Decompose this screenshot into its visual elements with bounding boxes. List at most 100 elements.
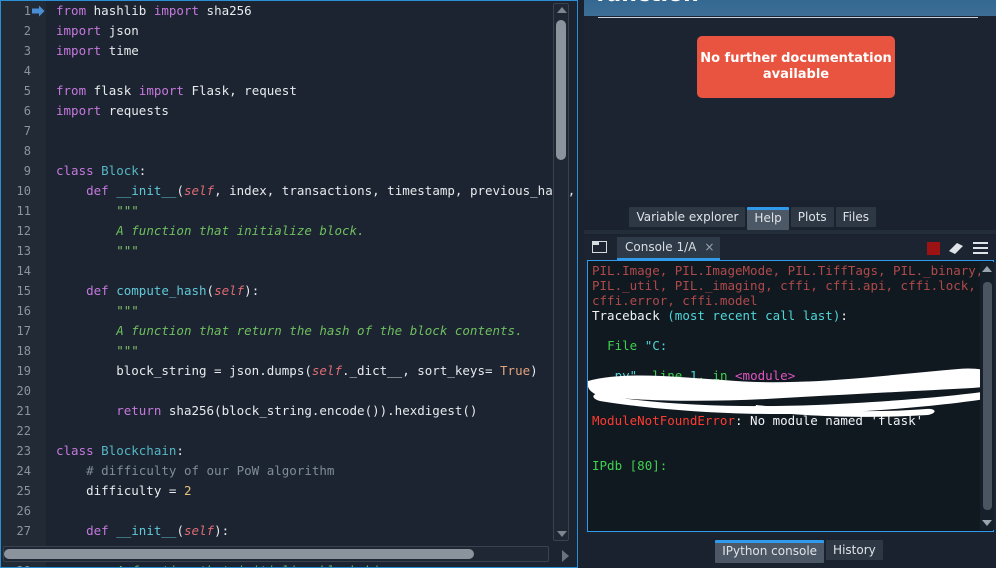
console-pane-tab-bar[interactable]: IPython console History xyxy=(580,540,996,563)
close-icon[interactable]: × xyxy=(704,240,714,254)
console-line: PIL.Image, PIL.ImageMode, PIL.TiffTags, … xyxy=(592,263,984,278)
line-number: 14 xyxy=(16,264,31,278)
editor-line[interactable]: 1 from hashlib import sha256 xyxy=(1,1,577,21)
line-content: # difficulty of our PoW algorithm xyxy=(86,463,335,478)
line-content: import json xyxy=(56,23,139,38)
tab-ipython-console[interactable]: IPython console xyxy=(715,540,825,563)
editor-line[interactable]: 4 xyxy=(1,61,577,81)
editor-line[interactable]: 5 from flask import Flask, request xyxy=(1,81,577,101)
line-number: 26 xyxy=(16,504,31,518)
editor-line[interactable]: 13 """ xyxy=(1,241,577,261)
editor-surface[interactable]: 1 from hashlib import sha256 2 import json 3… xyxy=(1,1,577,567)
right-panel-column: function No further documentation availa… xyxy=(580,0,996,568)
editor-line[interactable]: 3 import time xyxy=(1,41,577,61)
line-number: 16 xyxy=(16,304,31,318)
line-content: def __init__(self, index, transactions, … xyxy=(86,183,576,198)
console-output-area[interactable]: PIL.Image, PIL.ImageMode, PIL.TiffTags, … xyxy=(587,260,994,532)
tab-plots[interactable]: Plots xyxy=(790,207,834,227)
editor-line[interactable]: 8 xyxy=(1,141,577,161)
line-content: return sha256(block_string.encode()).hex… xyxy=(116,403,478,418)
line-number: 23 xyxy=(16,444,31,458)
editor-line[interactable]: 10 def __init__(self, index, transaction… xyxy=(1,181,577,201)
console-line: IPdb [80]: xyxy=(592,458,668,473)
line-number: 1 xyxy=(23,4,31,18)
editor-line[interactable]: 6 import requests xyxy=(1,101,577,121)
line-number: 21 xyxy=(16,404,31,418)
line-number: 2 xyxy=(23,24,31,38)
line-number: 24 xyxy=(16,464,31,478)
editor-line[interactable]: 27 def __init__(self): xyxy=(1,521,577,541)
tab-files[interactable]: Files xyxy=(835,207,876,227)
line-number: 15 xyxy=(16,284,31,298)
scroll-down-arrow-icon[interactable] xyxy=(557,531,567,537)
line-content: from hashlib import sha256 xyxy=(56,3,252,18)
current-line-arrow-icon xyxy=(32,5,45,17)
editor-line[interactable]: 7 xyxy=(1,121,577,141)
editor-line[interactable]: 16 """ xyxy=(1,301,577,321)
stop-icon[interactable] xyxy=(927,242,940,255)
line-number: 7 xyxy=(23,124,31,138)
line-content: import requests xyxy=(56,103,169,118)
editor-line[interactable]: 19 block_string = json.dumps(self._dict_… xyxy=(1,361,577,381)
new-console-icon[interactable] xyxy=(592,241,607,253)
scroll-right-arrow-icon[interactable] xyxy=(562,550,569,562)
console-vertical-scrollbar[interactable] xyxy=(980,262,994,530)
editor-vertical-scrollbar[interactable] xyxy=(553,3,569,541)
editor-line[interactable]: 17 A function that return the hash of th… xyxy=(1,321,577,341)
line-content: class Blockchain: xyxy=(56,443,184,458)
tab-help[interactable]: Help xyxy=(747,207,789,230)
console-line: File "C: xyxy=(607,338,668,353)
line-content: from flask import Flask, request xyxy=(56,83,297,98)
clear-console-eraser-icon[interactable] xyxy=(948,241,964,255)
help-pane: function No further documentation availa… xyxy=(584,0,996,200)
editor-line[interactable]: 23 class Blockchain: xyxy=(1,441,577,461)
help-header-banner: function xyxy=(584,0,996,16)
editor-line[interactable]: 11 """ xyxy=(1,201,577,221)
line-number: 11 xyxy=(16,204,31,218)
editor-line[interactable]: 21 return sha256(block_string.encode()).… xyxy=(1,401,577,421)
help-pane-tab-bar[interactable]: Variable explorer Help Plots Files xyxy=(580,207,996,230)
console-output-text: PIL.Image, PIL.ImageMode, PIL.TiffTags, … xyxy=(588,261,993,473)
pane-splitter[interactable] xyxy=(584,230,996,464)
spyder-ide-window: 1 from hashlib import sha256 2 import json 3… xyxy=(0,0,996,568)
scroll-down-arrow-icon[interactable] xyxy=(982,520,992,526)
editor-line[interactable]: 2 import json xyxy=(1,21,577,41)
options-menu-icon[interactable] xyxy=(973,242,988,254)
line-content: A function that return the hash of the b… xyxy=(116,323,523,338)
console-vertical-scroll-thumb[interactable] xyxy=(983,282,992,510)
console-toolbar: Console 1/A × xyxy=(584,236,996,261)
editor-line[interactable]: 12 A function that initialize block. xyxy=(1,221,577,241)
line-number: 18 xyxy=(16,344,31,358)
editor-line[interactable]: 9 class Block: xyxy=(1,161,577,181)
editor-line[interactable]: 18 """ xyxy=(1,341,577,361)
code-editor-pane[interactable]: 1 from hashlib import sha256 2 import json 3… xyxy=(0,0,578,568)
console-tab-console-1a[interactable]: Console 1/A × xyxy=(617,237,721,261)
console-line: from flask import Flask xyxy=(592,383,796,398)
line-number: 12 xyxy=(16,224,31,238)
editor-line[interactable]: 14 xyxy=(1,261,577,281)
editor-line[interactable]: 20 xyxy=(1,381,577,401)
editor-line[interactable]: 25 difficulty = 2 xyxy=(1,481,577,501)
help-object-title: function xyxy=(596,0,699,7)
editor-code-area[interactable]: 1 from hashlib import sha256 2 import json 3… xyxy=(1,1,577,567)
editor-horizontal-scrollbar[interactable] xyxy=(3,546,549,562)
line-number: 5 xyxy=(23,84,31,98)
line-content: """ xyxy=(116,303,139,318)
editor-vertical-scroll-thumb[interactable] xyxy=(556,20,566,160)
line-number: 25 xyxy=(16,484,31,498)
tab-history[interactable]: History xyxy=(826,540,883,560)
editor-line[interactable]: 22 xyxy=(1,421,577,441)
line-content: block_string = json.dumps(self._dict__, … xyxy=(56,363,538,378)
editor-horizontal-scroll-thumb[interactable] xyxy=(4,549,474,559)
scroll-up-arrow-icon[interactable] xyxy=(982,266,992,272)
editor-line[interactable]: 24 # difficulty of our PoW algorithm xyxy=(1,461,577,481)
line-content: """ xyxy=(116,243,139,258)
scroll-up-arrow-icon[interactable] xyxy=(557,7,567,13)
line-number: 22 xyxy=(16,424,31,438)
editor-line[interactable]: 15 def compute_hash(self): xyxy=(1,281,577,301)
tab-variable-explorer[interactable]: Variable explorer xyxy=(629,207,746,227)
editor-line[interactable]: 26 xyxy=(1,501,577,521)
